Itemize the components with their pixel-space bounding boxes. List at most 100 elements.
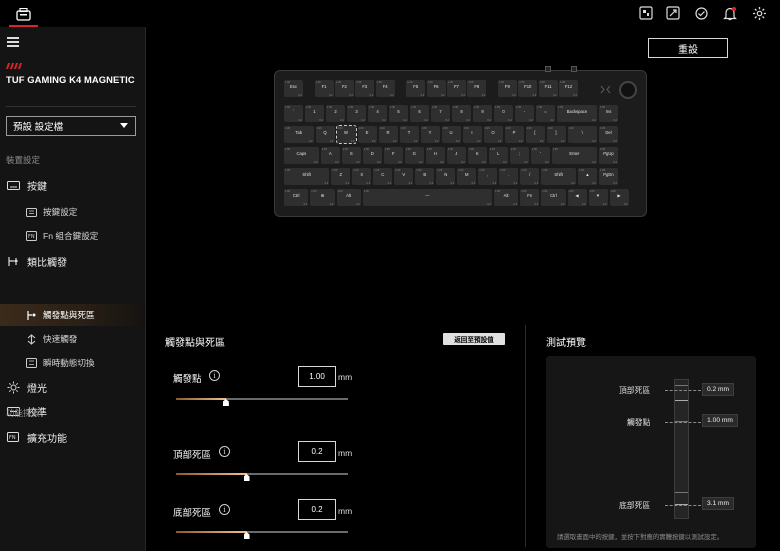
nav-fn-combo[interactable]: FN Fn 組合鍵設定 [0,225,145,247]
keyboard-key[interactable]: 1.00 F 0.2 [383,147,403,164]
nav-lighting[interactable]: 燈光 [0,376,145,398]
screenshot-icon[interactable] [664,4,682,22]
keyboard-key[interactable]: 1.00 Ins 0.2 [599,105,618,122]
bottom-deadzone-slider[interactable] [176,531,348,539]
keyboard-key[interactable]: 1.00 7 0.2 [431,105,450,122]
sync-icon[interactable] [692,4,710,22]
keyboard-key[interactable]: 1.00 Ctrl 0.2 [284,189,309,206]
keyboard-key[interactable]: 1.00 F2 0.2 [334,80,354,97]
nav-keys[interactable]: 按鍵 [0,174,145,196]
actuation-value-input[interactable]: 1.00 [298,366,336,387]
device-app-button[interactable] [9,2,38,27]
keyboard-key[interactable]: 1.00 ⊞ 0.2 [310,189,335,206]
keyboard-key[interactable]: 1.00 F7 0.2 [446,80,466,97]
keyboard-key[interactable]: 1.00 0 0.2 [494,105,513,122]
actuation-slider[interactable] [176,398,348,406]
keyboard-key[interactable]: 1.00 Fn 0.2 [520,189,540,206]
top-deadzone-slider[interactable] [176,473,348,481]
volume-knob-icon[interactable] [619,81,637,99]
keyboard-key[interactable]: 1.00—0.2 [362,189,492,206]
keyboard-key[interactable]: 1.00 G 0.2 [404,147,424,164]
keyboard-key[interactable]: 1.00 Caps 0.2 [284,147,319,164]
keyboard-key[interactable]: 1.00 M 0.2 [457,168,477,185]
keyboard-key[interactable]: 1.00 A 0.2 [320,147,340,164]
keyboard-key[interactable]: 1.00 F5 0.2 [406,80,426,97]
keyboard-key[interactable]: 1.00 Q 0.2 [315,126,335,143]
menu-hamburger-icon[interactable] [7,37,19,47]
keyboard-key[interactable]: 1.00 N 0.2 [436,168,456,185]
keyboard-key[interactable]: 1.00 S 0.2 [341,147,361,164]
keyboard-key[interactable]: 1.00 O 0.2 [483,126,503,143]
keyboard-key[interactable]: 1.00 F6 0.2 [426,80,446,97]
bottom-deadzone-value-input[interactable]: 0.2 [298,499,336,520]
top-deadzone-value-input[interactable]: 0.2 [298,441,336,462]
keyboard-key[interactable]: 1.00 W 0.2 [335,125,357,144]
keyboard-key[interactable]: 1.00 R 0.2 [378,126,398,143]
keyboard-key[interactable]: 1.00 ` 0.2 [284,105,303,122]
keyboard-key[interactable]: 1.00 V 0.2 [394,168,414,185]
restore-default-button[interactable]: 返回至預設值 [443,333,505,345]
keyboard-key[interactable]: 1.00 ' 0.2 [530,147,550,164]
keyboard-key[interactable]: 1.00 F1 0.2 [314,80,334,97]
keyboard-key[interactable]: 1.00 = 0.2 [536,105,555,122]
keyboard-key[interactable]: 1.00 4 0.2 [368,105,387,122]
keyboard-key[interactable]: 1.00 B 0.2 [415,168,435,185]
keyboard-key[interactable]: 1.00 PgDn 0.2 [599,168,618,185]
keyboard-key[interactable]: 1.00 8 0.2 [452,105,471,122]
keyboard-key[interactable]: 1.00 P 0.2 [504,126,524,143]
keyboard-key[interactable]: 1.00 F12 0.2 [558,80,578,97]
keyboard-key[interactable]: 1.00 Alt 0.2 [494,189,519,206]
macro-icon[interactable] [637,4,655,22]
keyboard-key[interactable]: 1.00 Shift 0.2 [541,168,576,185]
keyboard-key[interactable]: 1.00-0.2 [515,105,534,122]
keyboard-key[interactable]: 1.00 \ 0.2 [567,126,597,143]
keyboard-key[interactable]: 1.00 F9 0.2 [497,80,517,97]
keyboard-key[interactable]: 1.00 3 0.2 [347,105,366,122]
settings-gear-icon[interactable] [750,4,768,22]
keyboard-key[interactable]: 1.00 F10 0.2 [518,80,538,97]
keyboard-key[interactable]: 1.00 ▲ 0.2 [578,168,597,185]
keyboard-key[interactable]: 1.00[0.2 [525,126,545,143]
keyboard-key[interactable]: 1.00. 0.2 [499,168,519,185]
keyboard-key[interactable]: 1.00 L 0.2 [488,147,508,164]
keyboard-key[interactable]: 1.00 5 0.2 [389,105,408,122]
profile-dropdown[interactable]: 預設 設定檔 [6,116,136,136]
keyboard-key[interactable]: 1.00/0.2 [520,168,540,185]
keyboard-key[interactable]: 1.00 D 0.2 [362,147,382,164]
keyboard-key[interactable]: 1.00 6 0.2 [410,105,429,122]
keyboard-key[interactable]: 1.00] 0.2 [546,126,566,143]
keyboard-key[interactable]: 1.00, 0.2 [478,168,498,185]
keyboard-key[interactable]: 1.00 Enter 0.2 [551,147,597,164]
keyboard-key[interactable]: 1.00 Tab 0.2 [284,126,314,143]
keyboard-key[interactable]: 1.00 H 0.2 [425,147,445,164]
keyboard-key[interactable]: 1.00 F4 0.2 [375,80,395,97]
keyboard-key[interactable]: 1.00 Alt 0.2 [336,189,361,206]
keyboard-key[interactable]: 1.00 Shift 0.2 [284,168,330,185]
keyboard-key[interactable]: 1.00 F8 0.2 [467,80,487,97]
keyboard-key[interactable]: 1.00 Del 0.2 [599,126,618,143]
keyboard-key[interactable]: 1.00 ▶ 0.2 [609,189,629,206]
keyboard-key[interactable]: 1.00 9 0.2 [473,105,492,122]
keyboard-key[interactable]: 1.00 F3 0.2 [355,80,375,97]
notification-bell-icon[interactable] [721,4,739,22]
keyboard-key[interactable]: 1.00 E 0.2 [357,126,377,143]
keyboard-key[interactable]: 1.00 X 0.2 [352,168,372,185]
keyboard-key[interactable]: 1.00 1 0.2 [305,105,324,122]
keyboard-key[interactable]: 1.00 T 0.2 [399,126,419,143]
keyboard-key[interactable]: 1.00 I 0.2 [462,126,482,143]
keyboard-key[interactable]: 1.00 Y 0.2 [420,126,440,143]
keyboard-key[interactable]: 1.00 F11 0.2 [538,80,558,97]
nav-rapid-trigger[interactable]: 快速觸發 [0,328,145,350]
info-icon[interactable]: i [209,370,220,381]
keyboard-key[interactable]: 1.00 PgUp 0.2 [599,147,618,164]
keyboard-key[interactable]: 1.00 Backspace 0.2 [557,105,597,122]
keyboard-key[interactable]: 1.00 Esc 0.2 [284,80,303,97]
keyboard-key[interactable]: 1.00 ◀ 0.2 [567,189,587,206]
nav-analog-trigger[interactable]: 類比觸發 [0,250,145,272]
nav-dynamic-switch[interactable]: 瞬時動態切換 [0,352,145,374]
keyboard-key[interactable]: 1.00 Ctrl 0.2 [541,189,566,206]
keyboard-key[interactable]: 1.00; 0.2 [509,147,529,164]
keyboard-key[interactable]: 1.00 J 0.2 [446,147,466,164]
reset-button[interactable]: 重設 [648,38,728,58]
keyboard-key[interactable]: 1.00 C 0.2 [373,168,393,185]
